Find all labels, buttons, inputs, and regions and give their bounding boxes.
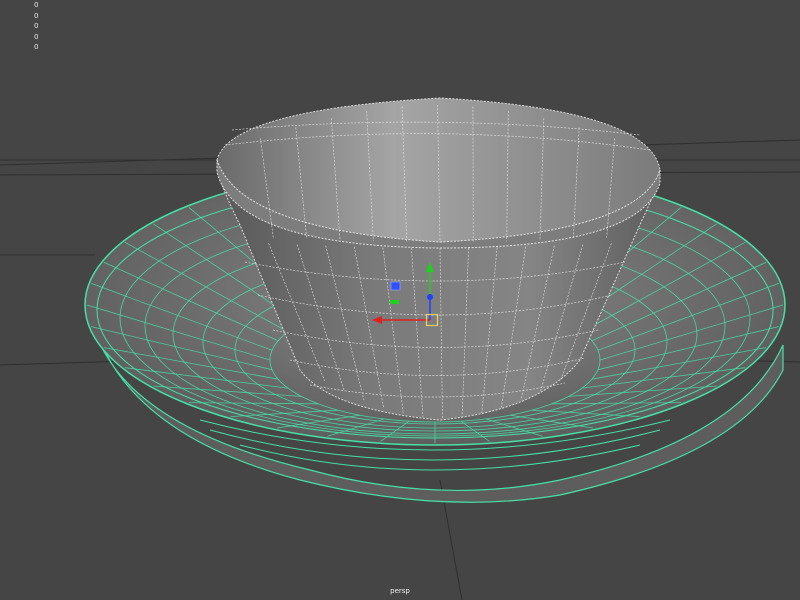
hud-stat-value: 0 (34, 43, 39, 51)
hud-stat-value: 0 (34, 22, 39, 30)
scene-canvas[interactable] (0, 0, 800, 600)
hud-stat-value: 0 (34, 11, 39, 20)
z-axis-handle[interactable] (427, 294, 433, 300)
hud-stat-value: 0 (34, 1, 39, 9)
hud-stats-panel: 0 0 0 0 0 (34, 0, 38, 53)
camera-name-label: persp (390, 587, 410, 595)
3d-viewport[interactable]: 0 0 0 0 0 persp (0, 0, 800, 600)
plane-xz-handle[interactable] (390, 300, 399, 304)
plane-xy-handle[interactable] (390, 281, 401, 291)
hud-stat-value: 0 (34, 32, 39, 41)
